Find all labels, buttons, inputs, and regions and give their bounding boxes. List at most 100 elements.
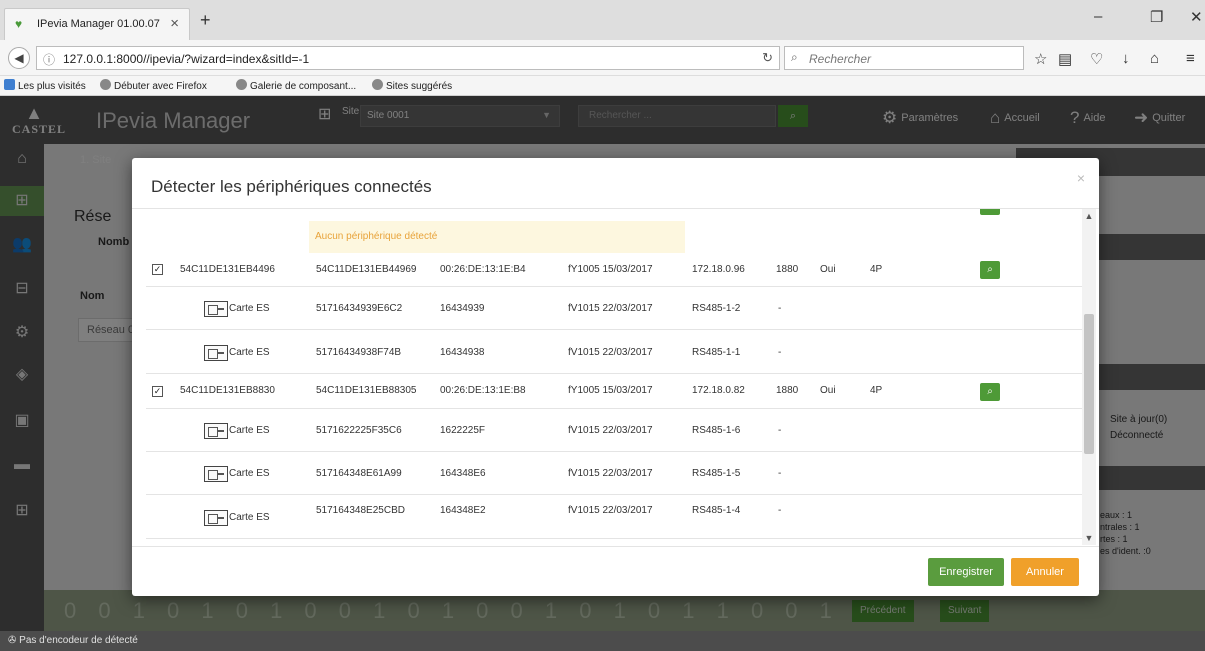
card-name: Carte ES [229,303,270,314]
device-firmware: fY1005 15/03/2017 [568,264,653,275]
favicon-icon: ♥ [15,17,23,31]
device-active: Oui [820,264,836,275]
card-serial: 517164348E25CBD [316,505,405,516]
scroll-up-icon[interactable]: ▲ [1082,211,1096,221]
card-port: - [778,425,782,436]
card-name: Carte ES [229,425,270,436]
firefox-icon [100,79,111,90]
device-name: 54C11DE131EB8830 [180,385,275,396]
firefox-icon [236,79,247,90]
card-name: Carte ES [229,512,270,523]
pocket-icon[interactable]: ♡ [1090,50,1103,68]
device-checkbox[interactable]: ✓ [152,386,163,397]
status-text: ✇ Pas d'encodeur de détecté [8,635,138,646]
device-port: 1880 [776,264,799,275]
card-address: RS485-1-1 [692,347,741,358]
back-arrow-icon[interactable]: ◀ [8,47,30,69]
modal-title: Détecter les périphériques connectés [151,177,432,196]
browser-search-placeholder: Rechercher [809,52,872,66]
table-row-device: ✓ 54C11DE131EB4496 54C11DE131EB44969 00:… [146,253,1084,287]
device-port: 1880 [776,385,799,396]
detect-devices-modal: Détecter les périphériques connectés × A… [132,158,1099,596]
bookmark-label: Les plus visités [18,81,86,92]
card-id: 16434939 [440,303,485,314]
card-serial: 517164348E61A99 [316,468,402,479]
device-name: 54C11DE131EB4496 [180,264,275,275]
bookmark-most-visited[interactable]: Les plus visités [4,79,86,92]
download-icon[interactable]: ↓ [1122,50,1130,67]
device-mac: 00:26:DE:13:1E:B8 [440,385,526,396]
status-label: Pas d'encodeur de détecté [19,635,138,646]
device-checkbox[interactable]: ✓ [152,264,163,275]
bookmark-suggested-sites[interactable]: Sites suggérés [372,79,452,92]
firefox-icon [372,79,383,90]
card-firmware: fV1015 22/03/2017 [568,347,653,358]
device-serial: 54C11DE131EB88305 [316,385,417,396]
table-row-card: Carte ES 5171622225F35C6 1622225F fV1015… [146,409,1084,452]
bookmark-label: Galerie de composant... [250,81,357,92]
card-id: 164348E2 [440,505,486,516]
home-icon[interactable]: ⌂ [1150,50,1159,67]
card-port: - [778,303,782,314]
tab-close-icon[interactable]: × [170,15,179,32]
browser-nav-bar: ◀ ⓘ 127.0.0.1:8000//ipevia/?wizard=index… [0,40,1205,76]
device-details-button[interactable]: ⌕ [980,261,1000,279]
maximize-icon[interactable]: ❐ [1150,8,1163,26]
card-serial: 5171622225F35C6 [316,425,402,436]
modal-scrollbar[interactable]: ▲ ▼ [1082,209,1096,545]
bookmark-component-gallery[interactable]: Galerie de composant... [236,79,356,92]
reading-list-icon[interactable]: ▤ [1058,50,1072,68]
no-device-notice: Aucun périphérique détecté [309,221,685,253]
close-window-icon[interactable]: ✕ [1190,8,1203,26]
device-address: 172.18.0.82 [692,385,745,396]
modal-close-icon[interactable]: × [1077,170,1085,186]
io-card-icon [204,345,228,361]
bookmark-folder-icon [4,79,15,90]
card-firmware: fV1015 22/03/2017 [568,468,653,479]
card-address: RS485-1-2 [692,303,741,314]
device-table: Aucun périphérique détecté ✓ 54C11DE131E… [146,209,1084,545]
browser-tab-bar: ♥ IPevia Manager 01.00.07 × + – ❐ ✕ [0,0,1205,40]
card-firmware: fV1015 22/03/2017 [568,425,653,436]
browser-search-input[interactable]: ⌕ Rechercher [784,46,1024,70]
card-id: 1622225F [440,425,486,436]
divider [132,546,1099,547]
io-card-icon [204,423,228,439]
magnifier-icon: ⌕ [987,264,993,275]
card-address: RS485-1-4 [692,505,741,516]
browser-tab[interactable]: ♥ IPevia Manager 01.00.07 × [4,8,190,40]
info-icon[interactable]: ⓘ [43,51,55,68]
minimize-icon[interactable]: – [1094,8,1102,25]
menu-icon[interactable]: ≡ [1186,50,1195,67]
device-ports: 4P [870,264,883,275]
bookmark-getting-started[interactable]: Débuter avec Firefox [100,79,207,92]
save-button[interactable]: Enregistrer [928,558,1004,586]
card-address: RS485-1-5 [692,468,741,479]
card-id: 16434938 [440,347,485,358]
device-mac: 00:26:DE:13:1E:B4 [440,264,526,275]
scrollbar-thumb[interactable] [1084,314,1094,454]
device-ports: 4P [870,385,883,396]
io-card-icon [204,301,228,317]
scroll-down-icon[interactable]: ▼ [1082,533,1096,543]
bookmark-star-icon[interactable]: ☆ [1034,50,1047,68]
card-address: RS485-1-6 [692,425,741,436]
card-firmware: fV1015 22/03/2017 [568,505,653,516]
detail-button[interactable] [980,209,1000,215]
card-name: Carte ES [229,347,270,358]
device-firmware: fY1005 15/03/2017 [568,385,653,396]
device-details-button[interactable]: ⌕ [980,383,1000,401]
new-tab-button[interactable]: + [200,10,211,31]
bookmark-label: Sites suggérés [386,81,453,92]
device-address: 172.18.0.96 [692,264,745,275]
reload-icon[interactable]: ↻ [762,50,773,66]
device-serial: 54C11DE131EB44969 [316,264,417,275]
encoder-icon: ✇ [8,635,20,646]
table-row-card: Carte ES 517164348E25CBD 164348E2 fV1015… [146,495,1084,539]
table-row-device: ✓ 54C11DE131EB8830 54C11DE131EB88305 00:… [146,374,1084,409]
cancel-button[interactable]: Annuler [1011,558,1079,586]
url-text: 127.0.0.1:8000//ipevia/?wizard=index&sit… [63,52,310,66]
table-row-card: Carte ES 517164348E61A99 164348E6 fV1015… [146,452,1084,495]
search-icon: ⌕ [791,50,798,64]
url-bar[interactable]: ⓘ 127.0.0.1:8000//ipevia/?wizard=index&s… [36,46,780,70]
